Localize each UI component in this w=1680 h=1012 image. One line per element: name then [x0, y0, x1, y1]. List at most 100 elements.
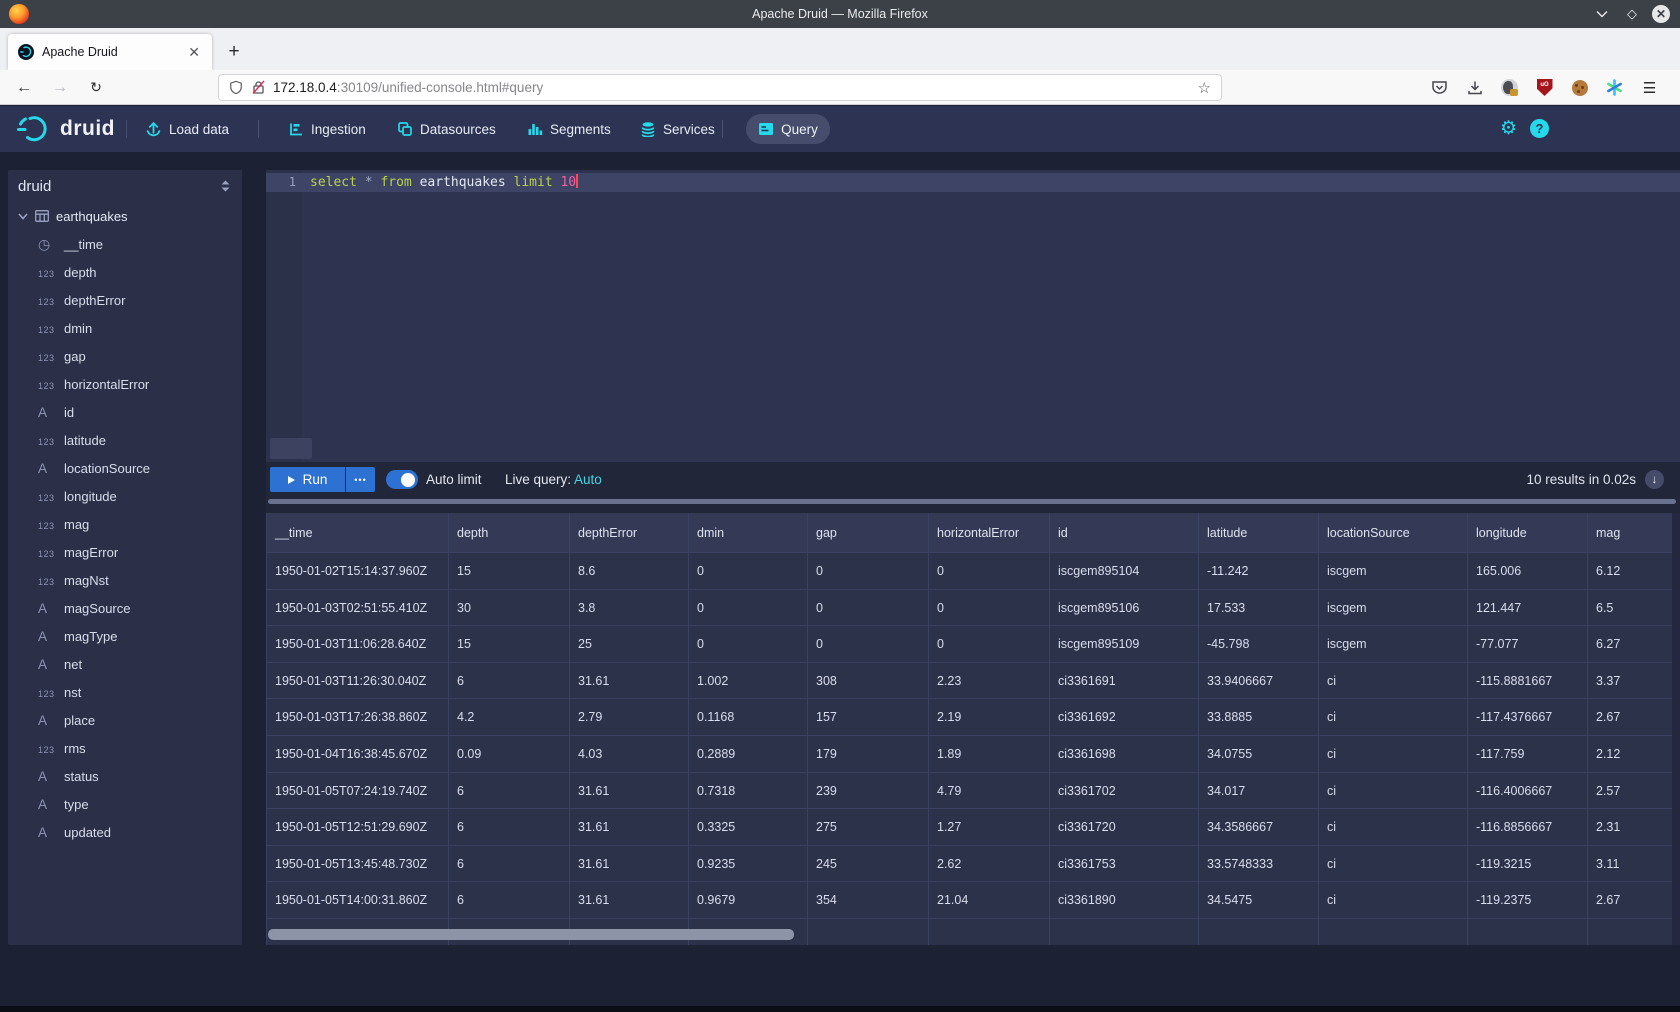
sidebar-column-item[interactable]: depth [8, 258, 242, 286]
back-button[interactable]: ← [10, 74, 38, 101]
table-cell[interactable]: 21.04 [929, 882, 1050, 919]
table-cell[interactable]: -116.4006667 [1468, 773, 1588, 810]
table-cell[interactable]: 6 [449, 882, 570, 919]
privacy-extension-icon[interactable] [1499, 77, 1520, 98]
nav-item-services[interactable]: Services [640, 118, 715, 140]
table-cell[interactable]: ci3361720 [1050, 809, 1199, 846]
sidebar-column-item[interactable]: gap [8, 342, 242, 370]
column-header[interactable]: gap [808, 513, 929, 553]
table-cell[interactable]: 0.9679 [689, 882, 808, 919]
column-header[interactable]: id [1050, 513, 1199, 553]
sidebar-column-item[interactable]: status [8, 762, 242, 790]
table-cell[interactable]: ci [1319, 846, 1468, 883]
table-cell[interactable]: 33.9406667 [1199, 663, 1319, 700]
sidebar-column-item[interactable]: __time [8, 230, 242, 258]
sidebar-column-item[interactable]: rms [8, 734, 242, 762]
table-cell[interactable]: 0 [929, 626, 1050, 663]
sidebar-column-item[interactable]: type [8, 790, 242, 818]
window-minimize-button[interactable] [1592, 4, 1612, 24]
table-cell[interactable]: 6 [449, 773, 570, 810]
tab-close-icon[interactable]: ✕ [186, 44, 202, 61]
table-cell[interactable]: 8.6 [570, 553, 689, 590]
table-cell[interactable]: 0 [808, 553, 929, 590]
column-header[interactable]: depthError [570, 513, 689, 553]
table-cell[interactable]: 1950-01-05T14:00:31.860Z [267, 882, 449, 919]
table-cell[interactable]: 6 [449, 846, 570, 883]
run-more-button[interactable]: ••• [346, 467, 375, 492]
table-cell[interactable]: ci [1319, 663, 1468, 700]
table-cell[interactable]: 2.67 [1588, 882, 1672, 919]
table-cell[interactable]: 0 [808, 626, 929, 663]
table-cell[interactable]: iscgem895109 [1050, 626, 1199, 663]
table-cell[interactable]: 6 [449, 663, 570, 700]
sidebar-column-item[interactable]: nst [8, 678, 242, 706]
table-cell[interactable]: -117.759 [1468, 736, 1588, 773]
table-cell[interactable]: iscgem [1319, 590, 1468, 627]
sidebar-column-item[interactable]: net [8, 650, 242, 678]
column-header[interactable]: __time [267, 513, 449, 553]
table-cell[interactable]: 0.9235 [689, 846, 808, 883]
table-cell[interactable]: -116.8856667 [1468, 809, 1588, 846]
nav-item-datasources[interactable]: Datasources [397, 118, 496, 140]
url-bar[interactable]: 172.18.0.4:30109/unified-console.html#qu… [218, 74, 1222, 101]
sidebar-table-earthquakes[interactable]: earthquakes [8, 202, 242, 230]
menu-icon[interactable]: ☰ [1639, 77, 1660, 98]
tracking-shield-icon[interactable] [229, 80, 243, 95]
window-maximize-button[interactable]: ◇ [1622, 4, 1642, 24]
table-cell[interactable]: 275 [808, 809, 929, 846]
table-cell[interactable]: 0.3325 [689, 809, 808, 846]
table-cell[interactable]: -117.4376667 [1468, 699, 1588, 736]
table-cell[interactable]: 0 [689, 626, 808, 663]
table-vscrollbar-gutter[interactable] [1672, 513, 1680, 945]
table-cell[interactable]: -77.077 [1468, 626, 1588, 663]
settings-gear-icon[interactable]: ⚙ [1500, 116, 1517, 142]
table-cell[interactable]: 1950-01-04T16:38:45.670Z [267, 736, 449, 773]
table-cell[interactable]: iscgem895106 [1050, 590, 1199, 627]
table-cell[interactable]: 6.27 [1588, 626, 1672, 663]
sidebar-column-item[interactable]: depthError [8, 286, 242, 314]
table-cell[interactable]: -115.8881667 [1468, 663, 1588, 700]
table-cell[interactable]: 2.23 [929, 663, 1050, 700]
sql-editor[interactable]: 1 select * from earthquakes limit 10 [266, 170, 1680, 462]
sidebar-column-item[interactable]: id [8, 398, 242, 426]
sidebar-column-item[interactable]: locationSource [8, 454, 242, 482]
table-cell[interactable]: -119.3215 [1468, 846, 1588, 883]
window-close-button[interactable]: ✕ [1652, 5, 1670, 23]
table-cell[interactable]: 179 [808, 736, 929, 773]
ublock-origin-icon[interactable]: uO [1534, 77, 1555, 98]
table-cell[interactable]: 354 [808, 882, 929, 919]
column-header[interactable]: horizontalError [929, 513, 1050, 553]
nav-item-segments[interactable]: Segments [527, 118, 611, 140]
table-cell[interactable]: 33.8885 [1199, 699, 1319, 736]
sidebar-column-item[interactable]: magSource [8, 594, 242, 622]
sidebar-column-item[interactable]: magType [8, 622, 242, 650]
table-cell[interactable]: 1950-01-02T15:14:37.960Z [267, 553, 449, 590]
table-cell[interactable]: 239 [808, 773, 929, 810]
sidebar-column-item[interactable]: longitude [8, 482, 242, 510]
sidebar-column-item[interactable]: updated [8, 818, 242, 846]
editor-hscrollbar-thumb[interactable] [270, 438, 312, 459]
sidebar-column-item[interactable]: mag [8, 510, 242, 538]
browser-tab[interactable]: Apache Druid ✕ [8, 34, 212, 70]
table-cell[interactable]: ci [1319, 809, 1468, 846]
table-cell[interactable]: 4.03 [570, 736, 689, 773]
table-cell[interactable]: ci3361753 [1050, 846, 1199, 883]
table-cell[interactable]: 0.09 [449, 736, 570, 773]
table-cell[interactable]: 15 [449, 553, 570, 590]
table-cell[interactable]: 0 [929, 590, 1050, 627]
panel-resize-handle[interactable] [268, 499, 1676, 504]
table-cell[interactable]: 1950-01-05T13:45:48.730Z [267, 846, 449, 883]
table-cell[interactable]: 15 [449, 626, 570, 663]
table-cell[interactable]: ci [1319, 882, 1468, 919]
download-results-icon[interactable]: ↓ [1645, 470, 1664, 489]
nav-item-ingestion[interactable]: Ingestion [288, 118, 366, 140]
table-cell[interactable]: 31.61 [570, 846, 689, 883]
extension-asterisk-icon[interactable] [1604, 77, 1625, 98]
table-cell[interactable]: ci3361698 [1050, 736, 1199, 773]
table-cell[interactable]: 25 [570, 626, 689, 663]
table-cell[interactable]: 0 [689, 553, 808, 590]
table-cell[interactable]: 6.5 [1588, 590, 1672, 627]
table-cell[interactable]: 0 [689, 590, 808, 627]
column-header[interactable]: dmin [689, 513, 808, 553]
table-cell[interactable]: -119.2375 [1468, 882, 1588, 919]
